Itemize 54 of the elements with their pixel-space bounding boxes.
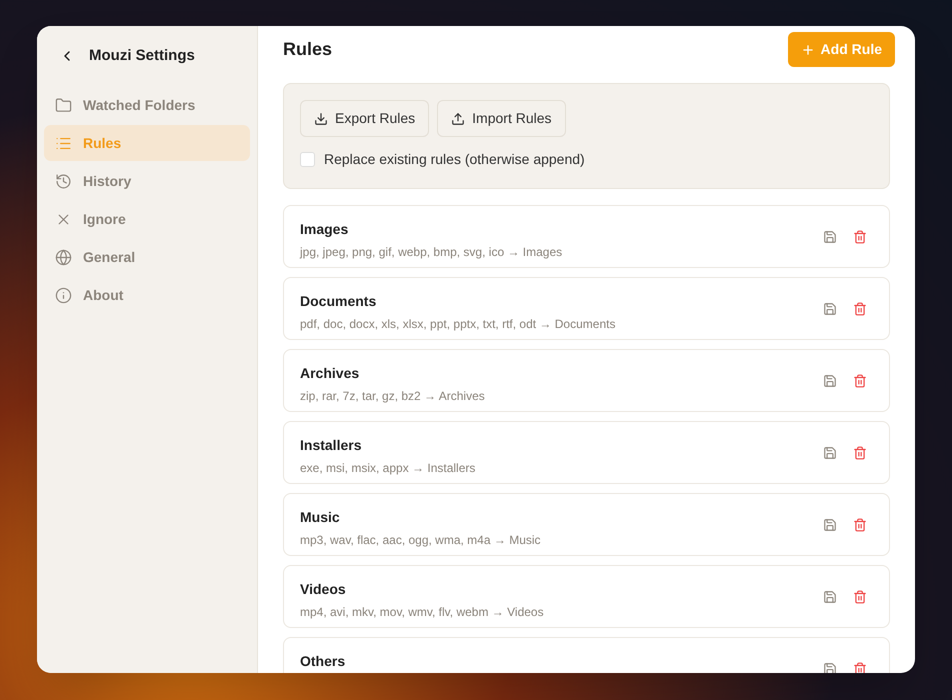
delete-button[interactable]	[853, 662, 867, 673]
rule-description: jpg, jpeg, png, gif, webp, bmp, svg, ico → Images	[300, 244, 564, 261]
rule-name: Others	[300, 652, 346, 671]
sidebar-item[interactable]: Watched Folders	[44, 87, 250, 123]
trash-icon	[853, 446, 867, 460]
rule-description: pdf, doc, docx, xls, xlsx, ppt, pptx, txt, rtf, odt → Documents	[300, 316, 616, 333]
rule-description: zip, rar, 7z, tar, gz, bz2 → Archives	[300, 388, 486, 405]
page-title: Rules	[283, 38, 332, 61]
save-button[interactable]	[823, 230, 837, 244]
globe-icon	[55, 248, 72, 266]
save-button[interactable]	[823, 518, 837, 532]
rule-name: Archives	[300, 364, 360, 383]
download-icon	[314, 112, 328, 126]
delete-button[interactable]	[853, 302, 867, 316]
replace-checkbox[interactable]	[300, 152, 315, 167]
folder-icon	[55, 96, 72, 114]
trash-icon	[853, 374, 867, 388]
save-button[interactable]	[823, 374, 837, 388]
delete-button[interactable]	[853, 590, 867, 604]
save-button[interactable]	[823, 590, 837, 604]
sidebar-item[interactable]: General	[44, 239, 250, 275]
delete-button[interactable]	[853, 446, 867, 460]
rule-description: exe, msi, msix, appx → Installers	[300, 460, 476, 477]
rule-name: Videos	[300, 580, 347, 599]
upload-icon	[451, 112, 466, 126]
rule-name: Images	[300, 220, 350, 239]
plus-icon	[800, 42, 815, 56]
rule-name: Installers	[300, 436, 362, 455]
info-icon	[55, 286, 72, 304]
sidebar-item[interactable]: History	[44, 163, 250, 199]
trash-icon	[853, 590, 867, 604]
trash-icon	[853, 302, 867, 316]
import-rules-button[interactable]: Import Rules	[437, 100, 566, 137]
rule-name: Music	[300, 508, 341, 527]
add-rule-button[interactable]: Add Rule	[788, 32, 895, 67]
rule-description: mp3, wav, flac, aac, ogg, wma, m4a → Music	[300, 532, 542, 549]
sidebar-item[interactable]: About	[44, 277, 250, 313]
save-button[interactable]	[823, 302, 837, 316]
trash-icon	[853, 518, 867, 532]
trash-icon	[853, 662, 867, 673]
save-button[interactable]	[823, 662, 837, 673]
rule-name: Documents	[300, 292, 378, 311]
app-title: Mouzi Settings	[89, 46, 195, 66]
checkbox-label: Replace existing rules (otherwise append)	[324, 150, 585, 169]
delete-button[interactable]	[853, 230, 867, 244]
history-icon	[55, 172, 72, 190]
rule-description: mp4, avi, mkv, mov, wmv, flv, webm → Videos	[300, 604, 545, 621]
sidebar-item[interactable]: Rules	[44, 125, 250, 161]
delete-button[interactable]	[853, 374, 867, 388]
save-button[interactable]	[823, 446, 837, 460]
delete-button[interactable]	[853, 518, 867, 532]
sidebar-item[interactable]: Ignore	[44, 201, 250, 237]
trash-icon	[853, 230, 867, 244]
export-rules-button[interactable]: Export Rules	[300, 100, 430, 137]
